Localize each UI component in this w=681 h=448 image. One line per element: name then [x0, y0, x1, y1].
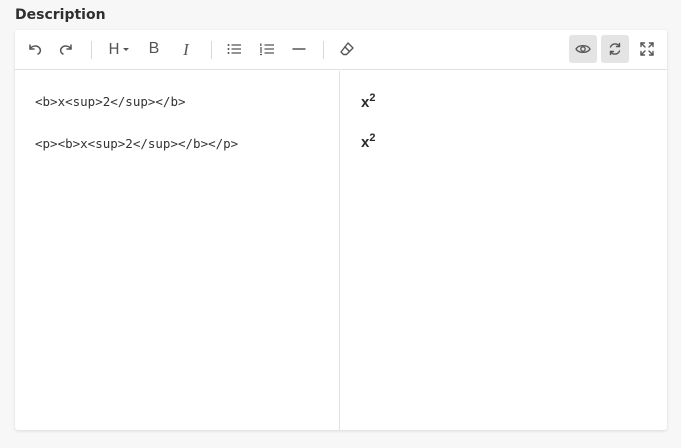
toolbar-separator — [91, 41, 92, 59]
preview-pane: x2 x2 — [340, 71, 667, 430]
preview-superscript: 2 — [369, 132, 376, 144]
bold-button[interactable]: B — [140, 35, 168, 63]
eraser-icon — [340, 42, 354, 56]
horizontal-rule-icon — [292, 48, 306, 50]
redo-icon — [59, 44, 72, 55]
horizontal-rule-button[interactable] — [285, 35, 313, 63]
sync-icon — [609, 42, 621, 56]
bold-label: B — [148, 40, 160, 57]
clear-formatting-button[interactable] — [333, 35, 361, 63]
bullet-list-icon — [227, 44, 241, 54]
preview-toggle-button[interactable] — [569, 35, 597, 63]
heading-label: H — [108, 39, 120, 58]
italic-label: I — [183, 39, 189, 59]
editor-toolbar: H B I — [15, 30, 667, 70]
preview-line: x2 — [361, 132, 375, 151]
eye-icon — [575, 44, 591, 54]
italic-button[interactable]: I — [172, 35, 200, 63]
toolbar-separator — [211, 41, 212, 59]
numbered-list-icon — [260, 43, 274, 56]
field-label: Description — [15, 7, 106, 23]
source-line[interactable]: <b>x<sup>2</sup></b> — [35, 94, 186, 109]
redo-button[interactable] — [52, 35, 80, 63]
undo-icon — [29, 44, 42, 55]
source-editor-pane[interactable]: <b>x<sup>2</sup></b> <p><b>x<sup>2</sup>… — [15, 71, 340, 430]
fullscreen-icon — [640, 42, 654, 56]
heading-button[interactable]: H — [104, 35, 134, 63]
sync-scroll-button[interactable] — [601, 35, 629, 63]
undo-button[interactable] — [21, 35, 49, 63]
preview-line: x2 — [361, 92, 375, 111]
bullet-list-button[interactable] — [220, 35, 248, 63]
caret-down-icon — [122, 48, 129, 51]
toolbar-separator — [323, 41, 324, 59]
source-line[interactable]: <p><b>x<sup>2</sup></b></p> — [35, 136, 238, 151]
fullscreen-button[interactable] — [633, 35, 661, 63]
numbered-list-button[interactable] — [253, 35, 281, 63]
preview-superscript: 2 — [369, 92, 376, 104]
markdown-editor: H B I <b>x<sup>2</sup></b> <p><b>x<sup>2… — [15, 30, 667, 430]
